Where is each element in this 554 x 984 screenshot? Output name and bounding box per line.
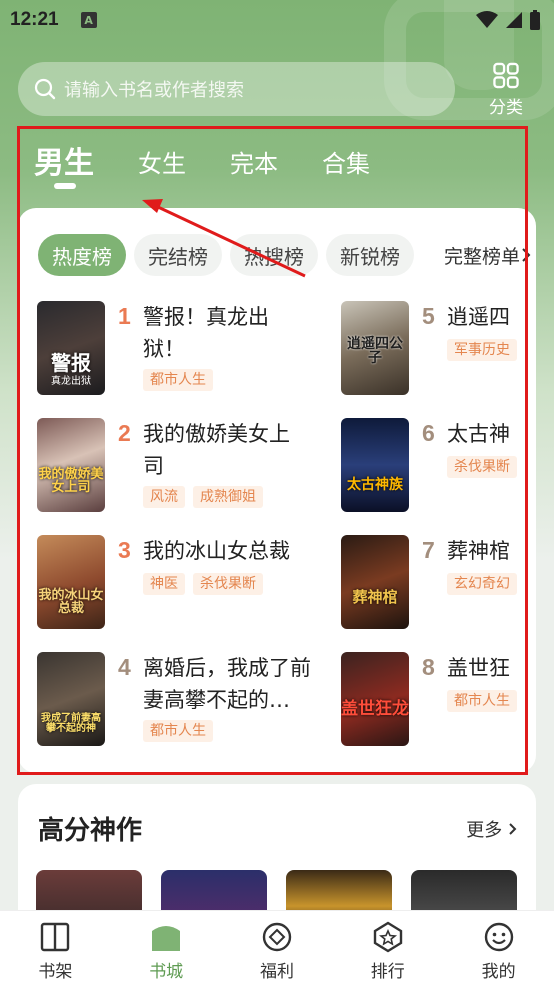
search-placeholder: 请输入书名或作者搜索 xyxy=(64,80,244,101)
book-item[interactable]: 我的冰山女总裁 3 我的冰山女总裁 神医 杀伐果断 xyxy=(37,535,312,629)
more-button[interactable]: 更多 xyxy=(466,816,518,842)
book-cover: 我的傲娇美女上司 xyxy=(37,418,105,512)
book-tags: 都市人生 xyxy=(447,690,525,712)
book-tags: 玄幻奇幻 xyxy=(447,573,525,595)
tab-indicator xyxy=(54,183,76,189)
rank-number: 1 xyxy=(118,303,131,329)
category-label: 分类 xyxy=(489,98,523,118)
book-tag: 都市人生 xyxy=(143,720,213,742)
rank-number: 3 xyxy=(118,537,131,563)
nav-ranking[interactable]: 排行 xyxy=(332,911,443,984)
more-label: 更多 xyxy=(466,820,503,841)
rank-number: 6 xyxy=(422,420,435,446)
book-item[interactable]: 葬神棺 7 葬神棺 玄幻奇幻 xyxy=(341,535,536,629)
status-bar: 12:21 A xyxy=(0,0,554,40)
full-list-label: 完整榜单 xyxy=(443,245,520,268)
book-item[interactable]: 太古神族 6 太古神 杀伐果断 xyxy=(341,418,536,512)
book-title: 葬神棺 xyxy=(447,539,510,563)
book-tag: 都市人生 xyxy=(143,369,213,391)
nav-welfare[interactable]: 福利 xyxy=(222,911,333,984)
book-cover: 我成了前妻高攀不起的神 xyxy=(37,652,105,746)
book-item[interactable]: 逍遥四公子 5 逍遥四 军事历史 xyxy=(341,301,536,395)
section-title: 高分神作 xyxy=(38,816,143,846)
tab-collection[interactable]: 合集 xyxy=(322,138,370,179)
book-tags: 都市人生 xyxy=(143,720,221,742)
book-tags: 风流 成熟御姐 xyxy=(143,486,271,508)
book-tags: 军事历史 xyxy=(447,339,525,361)
search-icon xyxy=(34,78,56,100)
book-tag: 风流 xyxy=(143,486,185,508)
book-title: 警报！真龙出狱！ xyxy=(143,305,269,361)
ranking-card: 热度榜 完结榜 热搜榜 新锐榜 完整榜单 警报 真龙出狱 1 警报！真龙出狱！ … xyxy=(18,208,536,773)
grid-icon xyxy=(493,62,519,89)
chip-hot[interactable]: 热度榜 xyxy=(38,234,126,276)
search-bar[interactable]: 请输入书名或作者搜索 xyxy=(18,62,455,116)
rank-number: 5 xyxy=(422,303,435,329)
book-title: 离婚后，我成了前妻高攀不起的… xyxy=(143,656,311,712)
rank-number: 8 xyxy=(422,654,435,680)
book-tags: 神医 杀伐果断 xyxy=(143,573,271,595)
book-title: 逍遥四 xyxy=(447,305,510,329)
book-tag: 军事历史 xyxy=(447,339,517,361)
book-tag: 杀伐果断 xyxy=(193,573,263,595)
notification-icon: A xyxy=(80,12,97,28)
book-tag: 杀伐果断 xyxy=(447,456,517,478)
tab-male[interactable]: 男生 xyxy=(34,138,94,189)
rank-number: 2 xyxy=(118,420,131,446)
book-item[interactable]: 我的傲娇美女上司 2 我的傲娇美女上司 风流 成熟御姐 xyxy=(37,418,312,512)
tab-female[interactable]: 女生 xyxy=(138,138,186,179)
nav-bookstore[interactable]: 书城 xyxy=(111,911,222,984)
book-title: 太古神 xyxy=(447,422,510,446)
chip-trending-search[interactable]: 热搜榜 xyxy=(230,234,318,276)
bottom-navigation: 书架 书城 福利 排行 我的 xyxy=(0,910,554,984)
book-cover: 葬神棺 xyxy=(341,535,409,629)
status-icons xyxy=(476,10,540,30)
book-cover: 太古神族 xyxy=(341,418,409,512)
status-time: 12:21 xyxy=(10,9,59,30)
book-item[interactable]: 我成了前妻高攀不起的神 4 离婚后，我成了前妻高攀不起的… 都市人生 xyxy=(37,652,312,746)
chip-new[interactable]: 新锐榜 xyxy=(326,234,414,276)
welfare-icon xyxy=(262,922,292,952)
signal-icon xyxy=(506,12,522,28)
chevron-right-icon xyxy=(522,248,531,262)
nav-bookshelf[interactable]: 书架 xyxy=(0,911,111,984)
wifi-icon xyxy=(476,11,498,28)
category-button[interactable]: 分类 xyxy=(480,62,532,118)
book-item[interactable]: 盖世狂龙 8 盖世狂 都市人生 xyxy=(341,652,536,746)
chip-completed[interactable]: 完结榜 xyxy=(134,234,222,276)
book-tag: 神医 xyxy=(143,573,185,595)
nav-profile[interactable]: 我的 xyxy=(443,911,554,984)
book-title: 我的傲娇美女上司 xyxy=(143,422,290,478)
book-tags: 都市人生 xyxy=(143,369,221,391)
book-cover: 盖世狂龙 xyxy=(341,652,409,746)
bookshelf-icon xyxy=(41,922,70,952)
rank-number: 7 xyxy=(422,537,435,563)
book-tags: 杀伐果断 xyxy=(447,456,525,478)
book-title: 我的冰山女总裁 xyxy=(143,539,290,563)
tab-completed[interactable]: 完本 xyxy=(230,138,278,179)
full-list-button[interactable]: 完整榜单 xyxy=(429,234,536,276)
bookstore-icon xyxy=(152,926,181,951)
chevron-right-icon xyxy=(509,823,517,835)
ranking-icon xyxy=(373,921,402,953)
book-cover: 逍遥四公子 xyxy=(341,301,409,395)
book-tag: 成熟御姐 xyxy=(193,486,263,508)
rank-number: 4 xyxy=(118,654,131,680)
profile-icon xyxy=(484,922,513,952)
book-tag: 玄幻奇幻 xyxy=(447,573,517,595)
gender-tabs: 男生 女生 完本 合集 xyxy=(34,138,414,198)
book-cover: 我的冰山女总裁 xyxy=(37,535,105,629)
book-item[interactable]: 警报 真龙出狱 1 警报！真龙出狱！ 都市人生 xyxy=(37,301,312,395)
battery-icon xyxy=(530,10,540,30)
book-cover: 警报 真龙出狱 xyxy=(37,301,105,395)
book-title: 盖世狂 xyxy=(447,656,510,680)
book-tag: 都市人生 xyxy=(447,690,517,712)
